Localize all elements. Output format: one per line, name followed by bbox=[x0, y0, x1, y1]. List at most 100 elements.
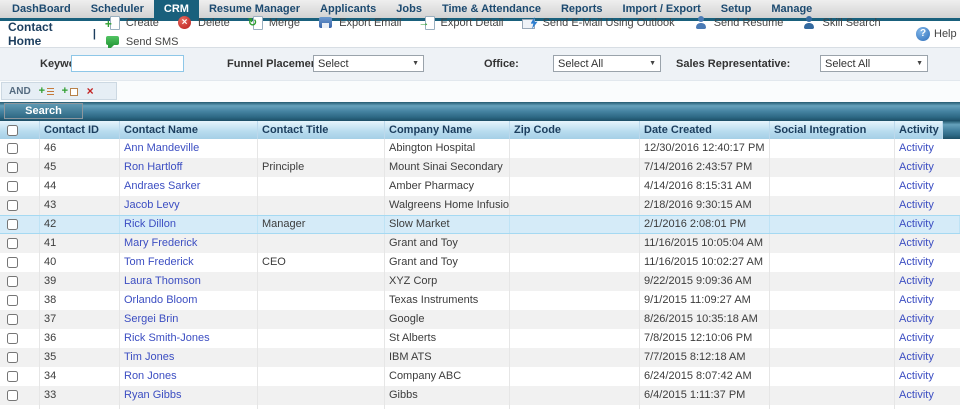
add-group-icon[interactable] bbox=[62, 85, 77, 97]
remove-condition-icon[interactable] bbox=[85, 85, 100, 97]
activity-link[interactable]: Activity bbox=[899, 313, 934, 325]
column-social-integration[interactable]: Social Integration bbox=[770, 121, 895, 139]
cell-contact-id: 34 bbox=[40, 367, 120, 386]
cell-contact-id: 36 bbox=[40, 329, 120, 348]
activity-link[interactable]: Activity bbox=[899, 161, 934, 173]
skill-search-button[interactable]: Skill Search bbox=[801, 15, 880, 31]
contact-name-link[interactable]: Orlando Bloom bbox=[124, 294, 197, 306]
search-button[interactable]: Search bbox=[4, 103, 83, 119]
cell-contact-id bbox=[40, 405, 120, 409]
cell-contact-name: Rick Smith-Jones bbox=[120, 329, 258, 348]
funnel-placement-select[interactable]: Select ▼ bbox=[313, 55, 424, 72]
sales-representative-select[interactable]: Select All ▼ bbox=[820, 55, 928, 72]
contact-name-link[interactable]: Ann Mandeville bbox=[124, 142, 199, 154]
contact-name-link[interactable]: Tim Jones bbox=[124, 351, 174, 363]
help-icon bbox=[916, 27, 930, 41]
row-checkbox[interactable] bbox=[7, 181, 18, 192]
nav-item-dashboard[interactable]: DashBoard bbox=[2, 0, 81, 18]
cell-date-created: 7/14/2016 2:43:57 PM bbox=[640, 158, 770, 177]
contact-name-link[interactable]: Jacob Levy bbox=[124, 199, 180, 211]
row-checkbox-cell bbox=[0, 272, 40, 291]
send-e-mail-using-outlook-button[interactable]: Send E-Mail Using Outlook bbox=[522, 15, 675, 31]
row-checkbox[interactable] bbox=[7, 162, 18, 173]
add-condition-icon[interactable] bbox=[39, 85, 54, 97]
contact-name-link[interactable]: Laura Thomson bbox=[124, 275, 201, 287]
column-date-created[interactable]: Date Created bbox=[640, 121, 770, 139]
keyword-input[interactable] bbox=[71, 55, 184, 72]
cell-social-integration bbox=[770, 177, 895, 196]
page-title: Contact Home bbox=[8, 20, 87, 48]
row-checkbox[interactable] bbox=[7, 295, 18, 306]
row-checkbox[interactable] bbox=[7, 314, 18, 325]
export-detail-button[interactable]: Export Detail bbox=[420, 15, 504, 31]
column-activity[interactable]: Activity bbox=[895, 121, 943, 139]
row-checkbox[interactable] bbox=[7, 276, 18, 287]
cell-contact-name: Jacob Levy bbox=[120, 196, 258, 215]
nav-item-label: DashBoard bbox=[12, 3, 71, 15]
activity-link[interactable]: Activity bbox=[899, 332, 934, 344]
row-checkbox[interactable] bbox=[7, 371, 18, 382]
send-resume-button[interactable]: Send Resume bbox=[693, 15, 784, 31]
row-checkbox[interactable] bbox=[7, 257, 18, 268]
row-checkbox[interactable] bbox=[7, 219, 18, 230]
row-checkbox[interactable] bbox=[7, 200, 18, 211]
send-resume-icon bbox=[693, 15, 709, 31]
activity-link[interactable]: Activity bbox=[899, 180, 934, 192]
contact-name-link[interactable]: Ron Jones bbox=[124, 370, 177, 382]
sales-representative-value: Select All bbox=[825, 58, 870, 70]
cell-activity: Activity bbox=[895, 196, 960, 215]
contact-name-link[interactable]: Rick Smith-Jones bbox=[124, 332, 210, 344]
activity-link[interactable]: Activity bbox=[899, 142, 934, 154]
activity-link[interactable]: Activity bbox=[899, 389, 934, 401]
row-checkbox[interactable] bbox=[7, 390, 18, 401]
merge-button[interactable]: Merge bbox=[248, 15, 300, 31]
row-checkbox[interactable] bbox=[7, 333, 18, 344]
activity-link[interactable]: Activity bbox=[899, 351, 934, 363]
cell-contact-name: Rick Dillon bbox=[120, 216, 258, 233]
column-contact-id[interactable]: Contact ID bbox=[40, 121, 120, 139]
cell-contact-name: Ryan Gibbs bbox=[120, 386, 258, 405]
cell-contact-title bbox=[258, 386, 385, 405]
cell-zip-code bbox=[510, 291, 640, 310]
contact-name-link[interactable]: Andraes Sarker bbox=[124, 180, 200, 192]
column-contact-title[interactable]: Contact Title bbox=[258, 121, 385, 139]
office-select[interactable]: Select All ▼ bbox=[553, 55, 661, 72]
create-button[interactable]: Create bbox=[105, 15, 159, 31]
cell-company-name bbox=[385, 405, 510, 409]
help-button[interactable]: Help bbox=[916, 27, 957, 41]
activity-link[interactable]: Activity bbox=[899, 218, 934, 230]
contact-name-link[interactable]: Mary Frederick bbox=[124, 237, 197, 249]
cell-contact-id: 41 bbox=[40, 234, 120, 253]
column-company-name[interactable]: Company Name bbox=[385, 121, 510, 139]
row-checkbox[interactable] bbox=[7, 352, 18, 363]
cell-activity: Activity bbox=[895, 253, 960, 272]
column-contact-name[interactable]: Contact Name bbox=[120, 121, 258, 139]
cell-zip-code bbox=[510, 348, 640, 367]
activity-link[interactable]: Activity bbox=[899, 199, 934, 211]
table-row: 37 Sergei Brin Google 8/26/2015 10:35:18… bbox=[0, 310, 960, 329]
table-row: 45 Ron Hartloff Principle Mount Sinai Se… bbox=[0, 158, 960, 177]
activity-link[interactable]: Activity bbox=[899, 370, 934, 382]
activity-link[interactable]: Activity bbox=[899, 294, 934, 306]
contact-name-link[interactable]: Ryan Gibbs bbox=[124, 389, 181, 401]
cell-social-integration bbox=[770, 139, 895, 158]
contact-name-link[interactable]: Tom Frederick bbox=[124, 256, 194, 268]
select-all-checkbox[interactable] bbox=[7, 125, 18, 136]
cell-date-created: 6/4/2015 1:11:37 PM bbox=[640, 386, 770, 405]
activity-link[interactable]: Activity bbox=[899, 237, 934, 249]
row-checkbox[interactable] bbox=[7, 238, 18, 249]
activity-link[interactable]: Activity bbox=[899, 275, 934, 287]
column-zip-code[interactable]: Zip Code bbox=[510, 121, 640, 139]
condition-row: AND bbox=[0, 81, 960, 102]
filter-row: Keyword: Funnel Placement: Select ▼ Offi… bbox=[0, 48, 960, 81]
row-checkbox-cell bbox=[0, 367, 40, 386]
activity-link[interactable]: Activity bbox=[899, 256, 934, 268]
delete-button[interactable]: Delete bbox=[177, 15, 230, 31]
contact-name-link[interactable]: Sergei Brin bbox=[124, 313, 178, 325]
contact-name-link[interactable]: Rick Dillon bbox=[124, 218, 176, 230]
export-email-button[interactable]: Export Email bbox=[318, 15, 401, 31]
table-body: 46 Ann Mandeville Abington Hospital 12/3… bbox=[0, 139, 960, 409]
row-checkbox[interactable] bbox=[7, 143, 18, 154]
condition-operator[interactable]: AND bbox=[9, 86, 31, 97]
contact-name-link[interactable]: Ron Hartloff bbox=[124, 161, 183, 173]
